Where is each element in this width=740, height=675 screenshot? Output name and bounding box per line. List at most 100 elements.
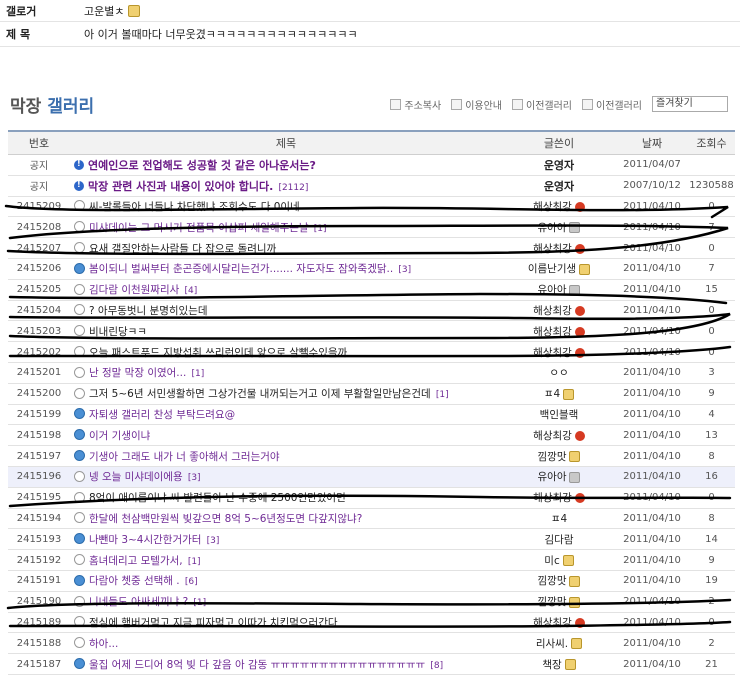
comment-count[interactable]: [3] bbox=[207, 536, 220, 546]
gallog-icon[interactable] bbox=[574, 326, 585, 337]
post-subject-link[interactable]: 미샤데이는 그 머시기 전품목 이삽퍼 세일해주는날 bbox=[89, 222, 309, 234]
post-subject-link[interactable]: 씨-발롤들아 너들나 차단했냐 조회수도 다 0이네 bbox=[89, 201, 300, 213]
writer-name[interactable]: ㅍ4 bbox=[544, 388, 560, 400]
post-subject-link[interactable]: 연예인으로 전업해도 성공할 것 같은 아나운서는? bbox=[88, 159, 316, 172]
post-subject-link[interactable]: 홈녀데리고 모텔가서, bbox=[89, 555, 183, 567]
prev-gallery-button-2[interactable]: 이전갤러리 bbox=[582, 97, 642, 112]
post-subject-link[interactable]: 한달에 천삼백만원씩 빚갚으면 8억 5~6년정도면 다갚지않냐? bbox=[89, 513, 362, 525]
comment-count[interactable]: [6] bbox=[185, 577, 198, 587]
table-row: 2415195 8억이 애이름이냐 씨-발련들아 난 수중에 2500언만있어면 해… bbox=[8, 487, 735, 509]
gallog-icon[interactable] bbox=[569, 222, 581, 234]
writer-name[interactable]: 유아아 bbox=[538, 284, 567, 296]
post-subject-link[interactable]: 이거 기생이냐 bbox=[89, 430, 150, 442]
gallog-icon[interactable] bbox=[574, 347, 585, 358]
post-subject-link[interactable]: 막장 관련 사진과 내용이 있어야 합니다. bbox=[88, 180, 273, 193]
gallog-icon[interactable] bbox=[569, 471, 581, 483]
post-subject-link[interactable]: 점심에 햄버거먹고 지금 피자먹고 이따가 치킨먹으러간다 bbox=[89, 617, 338, 629]
post-number: 2415205 bbox=[8, 279, 70, 301]
post-subject-link[interactable]: 그저 5~6년 서민생활하면 그상가건물 내꺼되는거고 이제 부활할일만남은건데 bbox=[89, 388, 431, 400]
writer-name[interactable]: 해상최강 bbox=[533, 243, 572, 255]
post-subject-link[interactable]: 넹 오늘 미샤데이에용 bbox=[89, 471, 183, 483]
gallog-icon[interactable] bbox=[569, 575, 581, 587]
post-subject-link[interactable]: ? 아무동벗니 분명히있는데 bbox=[89, 305, 208, 317]
gallog-icon[interactable] bbox=[571, 638, 583, 650]
gallog-icon[interactable] bbox=[574, 617, 585, 628]
post-subject-link[interactable]: 8억이 애이름이냐 씨-발련들아 난 수중에 2500언만있어면 bbox=[89, 492, 346, 504]
writer-name[interactable]: 리사씨. bbox=[536, 638, 568, 650]
writer-name[interactable]: 낌깡맛 bbox=[538, 575, 567, 587]
gallog-icon[interactable] bbox=[574, 201, 585, 212]
writer-name[interactable]: 낌깡맛 bbox=[538, 451, 567, 463]
writer-name[interactable]: 김다람 bbox=[545, 534, 574, 546]
post-subject-link[interactable]: 기생아 그래도 내가 너 좋아해서 그러는거야 bbox=[89, 451, 280, 463]
image-post-icon bbox=[74, 533, 85, 545]
writer-name[interactable]: 유아아 bbox=[538, 222, 567, 234]
writer-name[interactable]: ㅇㅇ bbox=[549, 367, 568, 379]
writer-name[interactable]: 이름난기생 bbox=[528, 263, 576, 275]
comment-count[interactable]: [4] bbox=[184, 286, 197, 296]
gallog-icon[interactable] bbox=[563, 388, 575, 400]
gallog-icon[interactable] bbox=[574, 493, 585, 504]
comment-count[interactable]: [1] bbox=[436, 390, 449, 400]
post-subject-link[interactable]: 오늘 패스트푸드 지방섭취 쓰리런인데 앞으로 살뺄수있을까 bbox=[89, 347, 347, 359]
gallog-icon[interactable] bbox=[564, 659, 576, 671]
post-subject-link[interactable]: 울집 어제 드디어 8억 빚 다 갚음 아 감동 ㅠㅠㅠㅠㅠㅠㅠㅠㅠㅠㅠㅠㅠㅠㅠ… bbox=[89, 659, 425, 671]
writer-name[interactable]: 해상최강 bbox=[533, 617, 572, 629]
post-subject-link[interactable]: 난 정말 막장 이였어... bbox=[89, 367, 186, 379]
writer-name[interactable]: 해상최강 bbox=[533, 492, 572, 504]
post-subject-link[interactable]: 요새 갤질안하는사람들 다 잡으로 돌려니까 bbox=[89, 243, 276, 255]
gallog-icon[interactable] bbox=[574, 243, 585, 254]
usage-guide-button[interactable]: 이용안내 bbox=[451, 97, 502, 112]
copy-address-button[interactable]: 주소복사 bbox=[390, 97, 441, 112]
writer-name[interactable]: 해상최강 bbox=[533, 326, 572, 338]
post-date: 2011/04/10 bbox=[616, 528, 688, 551]
prev-gallery-button[interactable]: 이전갤러리 bbox=[512, 97, 572, 112]
text-post-icon bbox=[74, 200, 85, 212]
comment-count[interactable]: [1] bbox=[192, 369, 205, 379]
writer-name[interactable]: 운영자 bbox=[544, 180, 574, 193]
gallery-value: 고운별ㅊ bbox=[84, 3, 141, 19]
post-subject-link[interactable]: 하아... bbox=[89, 638, 118, 650]
comment-count[interactable]: [1] bbox=[314, 224, 327, 234]
post-number: 2415201 bbox=[8, 362, 70, 384]
gallery-value-text: 고운별ㅊ bbox=[84, 4, 125, 18]
gallog-icon[interactable] bbox=[574, 305, 585, 316]
writer-name[interactable]: ㅍ4 bbox=[551, 513, 567, 525]
post-subject-link[interactable]: 봄이되니 벌써부터 춘곤증에시달리는건가....... 자도자도 잠와죽겠닭.. bbox=[89, 263, 393, 275]
writer-name[interactable]: 미c bbox=[544, 555, 559, 567]
comment-count[interactable]: [2112] bbox=[278, 183, 308, 193]
writer-name[interactable]: 해상최강 bbox=[533, 305, 572, 317]
writer-name[interactable]: 백인블랙 bbox=[540, 409, 579, 421]
comment-count[interactable]: [1] bbox=[193, 598, 206, 608]
gallog-icon[interactable] bbox=[574, 430, 585, 441]
gallog-icon[interactable] bbox=[569, 596, 581, 608]
post-subject-link[interactable]: 자퇴생 갤러리 찬성 부탁드려요@ bbox=[89, 409, 235, 421]
post-subject-link[interactable]: 김다람 이천원짜리사 bbox=[89, 284, 179, 296]
favorites-select[interactable]: 즐겨찾기 bbox=[652, 96, 728, 112]
gallog-icon[interactable] bbox=[569, 451, 581, 463]
view-count: 9 bbox=[688, 549, 735, 571]
post-subject-link[interactable]: 나뺀마 3~4시간한거가터 bbox=[89, 534, 201, 546]
gallog-icon[interactable] bbox=[579, 263, 591, 275]
text-post-icon bbox=[74, 512, 85, 524]
gallog-icon[interactable] bbox=[128, 4, 141, 17]
writer-name[interactable]: 해상최강 bbox=[533, 430, 572, 442]
writer-name[interactable]: 해상최강 bbox=[533, 201, 572, 213]
comment-count[interactable]: [1] bbox=[188, 557, 201, 567]
writer-name[interactable]: 해상최강 bbox=[533, 347, 572, 359]
gallog-icon[interactable] bbox=[562, 555, 574, 567]
comment-count[interactable]: [3] bbox=[398, 265, 411, 275]
writer-name[interactable]: 낌깡맛 bbox=[538, 596, 567, 608]
comment-count[interactable]: [3] bbox=[188, 473, 201, 483]
comment-count[interactable]: [8] bbox=[430, 661, 443, 671]
writer-name[interactable]: 운영자 bbox=[544, 159, 574, 172]
writer-name[interactable]: 유아아 bbox=[538, 471, 567, 483]
post-subject-link[interactable]: 니네들도 아싸세끼냐 ? bbox=[89, 596, 188, 608]
gallery-title[interactable]: 막장 갤러리 bbox=[10, 92, 94, 117]
gallery-title-accent: 갤러리 bbox=[47, 97, 95, 117]
gallog-icon[interactable] bbox=[569, 284, 581, 296]
post-subject-link[interactable]: 비내린당ㅋㅋ bbox=[89, 326, 147, 338]
writer-name[interactable]: 책장 bbox=[542, 659, 561, 671]
post-subject-link[interactable]: 다람아 쳇중 선택해 . bbox=[89, 575, 180, 587]
text-post-icon bbox=[74, 616, 85, 628]
